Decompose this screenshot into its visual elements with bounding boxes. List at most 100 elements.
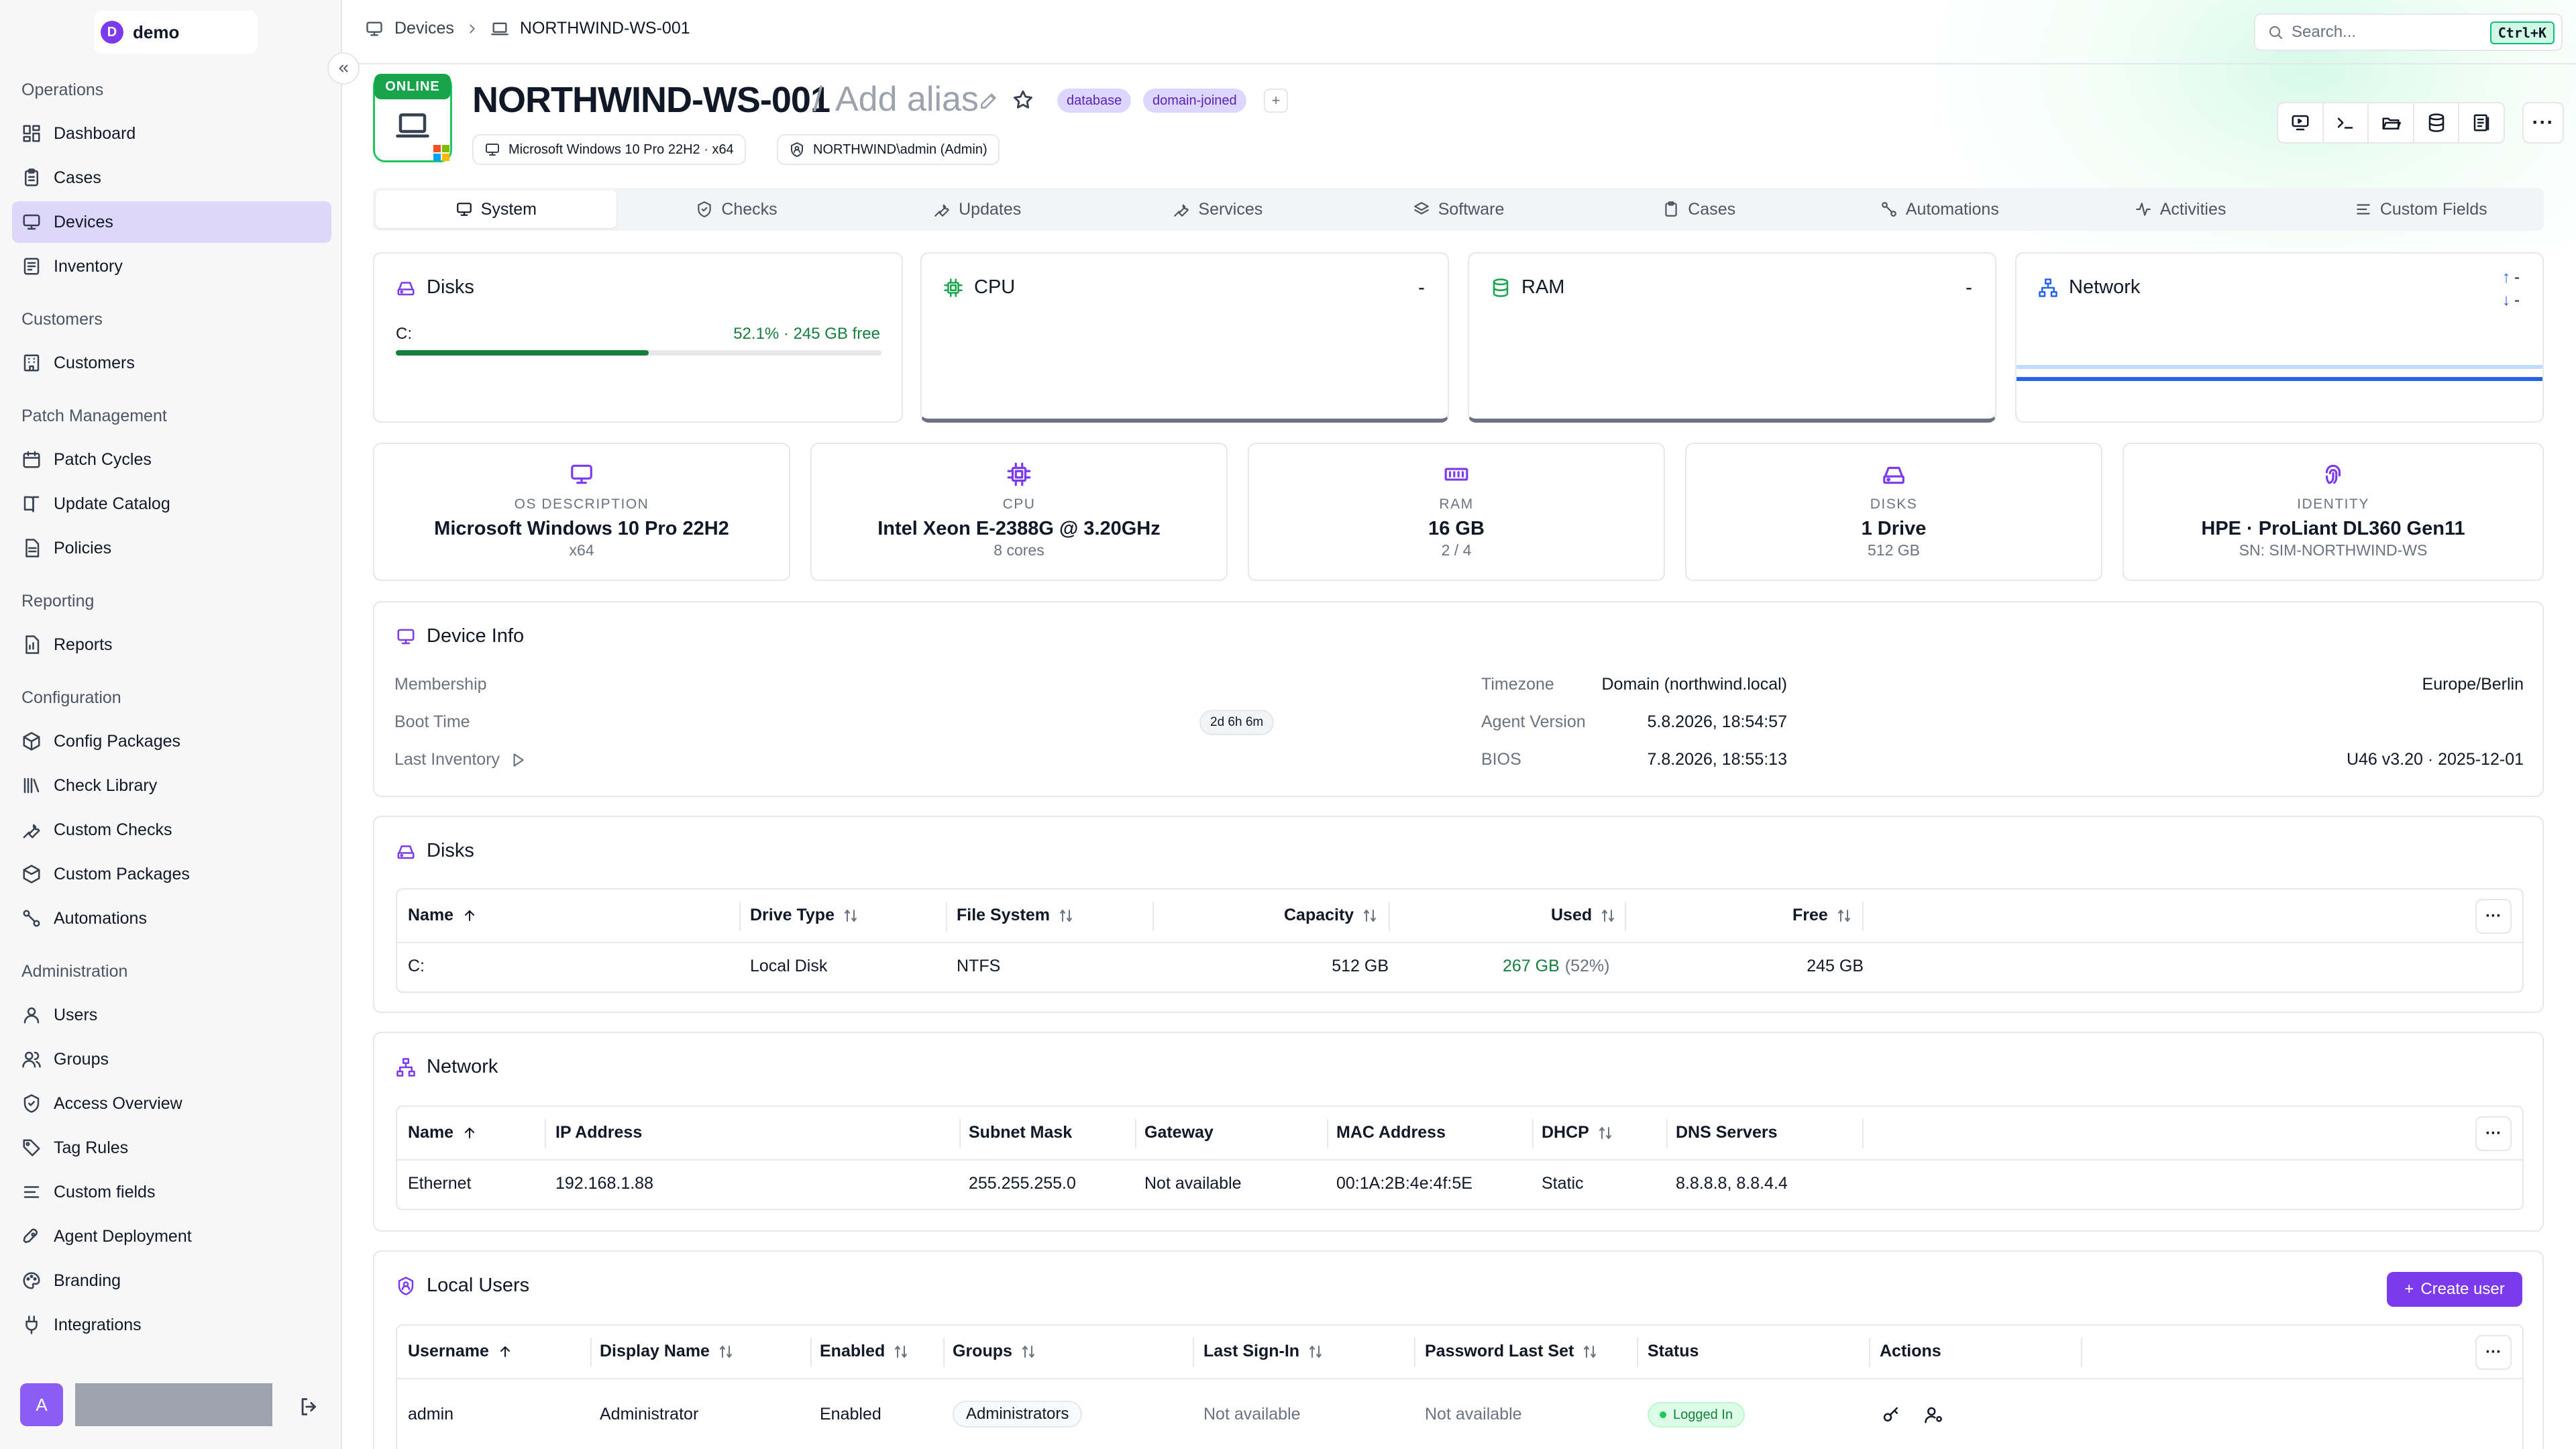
sidebar-item-custom-fields[interactable]: Custom fields <box>12 1171 331 1213</box>
col-groups[interactable]: Groups <box>953 1342 1036 1361</box>
pencil-icon[interactable] <box>978 90 1000 111</box>
sidebar-item-agent-deployment[interactable]: Agent Deployment <box>12 1216 331 1257</box>
network-metric-card: Network ↑ - ↓ - <box>2015 252 2544 423</box>
bios-value: U46 v3.20 · 2025-12-01 <box>2346 750 2524 769</box>
col-enabled[interactable]: Enabled <box>820 1342 909 1361</box>
sidebar-item-update-catalog[interactable]: Update Catalog <box>12 483 331 525</box>
search-icon <box>2269 26 2282 39</box>
sidebar-item-dashboard[interactable]: Dashboard <box>12 113 331 154</box>
sidebar-item-users[interactable]: Users <box>12 994 331 1036</box>
add-tag-button[interactable]: + <box>1264 89 1288 113</box>
col-name[interactable]: Name <box>408 906 478 925</box>
col-name[interactable]: Name <box>408 1123 478 1142</box>
sidebar-item-customers[interactable]: Customers <box>12 342 331 384</box>
tab-services[interactable]: Services <box>1097 191 1338 228</box>
key-icon[interactable] <box>1881 1405 1901 1425</box>
sidebar-item-groups[interactable]: Groups <box>12 1038 331 1080</box>
col-username[interactable]: Username <box>408 1342 513 1361</box>
sidebar-item-check-library[interactable]: Check Library <box>12 765 331 806</box>
col-status[interactable]: Status <box>1648 1342 1699 1361</box>
sidebar-item-reports[interactable]: Reports <box>12 624 331 665</box>
user-cog-icon[interactable] <box>1924 1405 1944 1425</box>
logout-icon[interactable] <box>298 1395 321 1418</box>
tab-activities[interactable]: Activities <box>2060 191 2301 228</box>
org-switcher[interactable]: D demo <box>94 11 258 54</box>
tag-domain-joined[interactable]: domain-joined <box>1143 89 1246 113</box>
column-divider <box>1135 1119 1136 1148</box>
file-browser-button[interactable] <box>2369 103 2414 142</box>
col-label: Enabled <box>820 1342 885 1360</box>
stat-label: DISKS <box>1870 496 1918 512</box>
sidebar-item-label: Inventory <box>54 256 123 276</box>
tab-custom-fields[interactable]: Custom Fields <box>2300 191 2541 228</box>
sidebar-item-label: Policies <box>54 538 112 557</box>
tab-updates[interactable]: Updates <box>857 191 1097 228</box>
terminal-button[interactable] <box>2324 103 2369 142</box>
sidebar-item-inventory[interactable]: Inventory <box>12 246 331 287</box>
sidebar-item-access-overview[interactable]: Access Overview <box>12 1083 331 1124</box>
sidebar-item-patch-cycles[interactable]: Patch Cycles <box>12 439 331 480</box>
col-display-name[interactable]: Display Name <box>600 1342 734 1361</box>
col-subnet[interactable]: Subnet Mask <box>969 1123 1072 1142</box>
tab-automations[interactable]: Automations <box>1819 191 2060 228</box>
tab-software[interactable]: Software <box>1338 191 1579 228</box>
more-actions-button[interactable]: ··· <box>2522 102 2564 144</box>
sidebar-item-custom-packages[interactable]: Custom Packages <box>12 853 331 895</box>
activity-icon <box>2135 203 2151 216</box>
col-gateway[interactable]: Gateway <box>1144 1123 1214 1142</box>
alias-input[interactable]: Add alias <box>835 79 979 119</box>
sort-icon <box>844 909 857 922</box>
col-dns[interactable]: DNS Servers <box>1676 1123 1777 1142</box>
avatar[interactable]: A <box>20 1383 63 1426</box>
col-used[interactable]: Used <box>1551 906 1616 925</box>
database-icon <box>2428 113 2444 132</box>
sidebar-item-branding[interactable]: Branding <box>12 1260 331 1301</box>
breadcrumb-devices-link[interactable]: Devices <box>394 19 454 38</box>
registry-button[interactable] <box>2459 103 2504 142</box>
card-title-label: Disks <box>427 276 474 298</box>
col-mac[interactable]: MAC Address <box>1336 1123 1446 1142</box>
cell-mac: 00:1A:2B:4e:4f:5E <box>1336 1174 1472 1193</box>
tab-checks[interactable]: Checks <box>616 191 857 228</box>
search-input[interactable]: Search... Ctrl+K <box>2254 13 2563 51</box>
tag-database[interactable]: database <box>1057 89 1132 113</box>
col-file-system[interactable]: File System <box>957 906 1074 925</box>
tab-system[interactable]: System <box>376 191 616 228</box>
tab-label: System <box>480 199 537 219</box>
sidebar-item-cases[interactable]: Cases <box>12 157 331 199</box>
sidebar-item-tag-rules[interactable]: Tag Rules <box>12 1127 331 1169</box>
user-menu[interactable]: A <box>20 1383 272 1426</box>
table-options-button[interactable]: ··· <box>2475 899 2512 934</box>
col-last-signin[interactable]: Last Sign-In <box>1203 1342 1324 1361</box>
arrow-up-icon: ↑ <box>2502 268 2510 286</box>
col-free[interactable]: Free <box>1792 906 1852 925</box>
col-password-last-set[interactable]: Password Last Set <box>1425 1342 1598 1361</box>
col-dhcp[interactable]: DHCP <box>1542 1123 1613 1142</box>
sidebar-item-automations[interactable]: Automations <box>12 898 331 939</box>
laptop-icon <box>396 113 429 138</box>
used-percent: (52%) <box>1564 957 1610 975</box>
table-options-button[interactable]: ··· <box>2475 1335 2512 1370</box>
star-icon[interactable] <box>1012 89 1034 111</box>
col-ip[interactable]: IP Address <box>555 1123 642 1142</box>
collapse-sidebar-button[interactable] <box>327 52 360 85</box>
database-button[interactable] <box>2414 103 2460 142</box>
sidebar-item-devices[interactable]: Devices <box>12 201 331 243</box>
sidebar-item-config-packages[interactable]: Config Packages <box>12 720 331 762</box>
sort-icon <box>1022 1345 1034 1358</box>
sort-icon <box>1364 909 1377 922</box>
sidebar-item-integrations[interactable]: Integrations <box>12 1304 331 1346</box>
sort-icon <box>1584 1345 1597 1358</box>
play-icon[interactable] <box>509 751 527 769</box>
remote-desktop-button[interactable] <box>2278 103 2324 142</box>
terminal-icon <box>2338 117 2353 129</box>
create-user-button[interactable]: + Create user <box>2387 1272 2522 1307</box>
col-drive-type[interactable]: Drive Type <box>750 906 859 925</box>
sidebar-item-policies[interactable]: Policies <box>12 527 331 569</box>
table-options-button[interactable]: ··· <box>2475 1116 2512 1151</box>
col-capacity[interactable]: Capacity <box>1284 906 1378 925</box>
column-divider <box>1625 902 1626 931</box>
tab-cases[interactable]: Cases <box>1578 191 1819 228</box>
search-shortcut: Ctrl+K <box>2489 21 2555 44</box>
sidebar-item-custom-checks[interactable]: Custom Checks <box>12 809 331 851</box>
